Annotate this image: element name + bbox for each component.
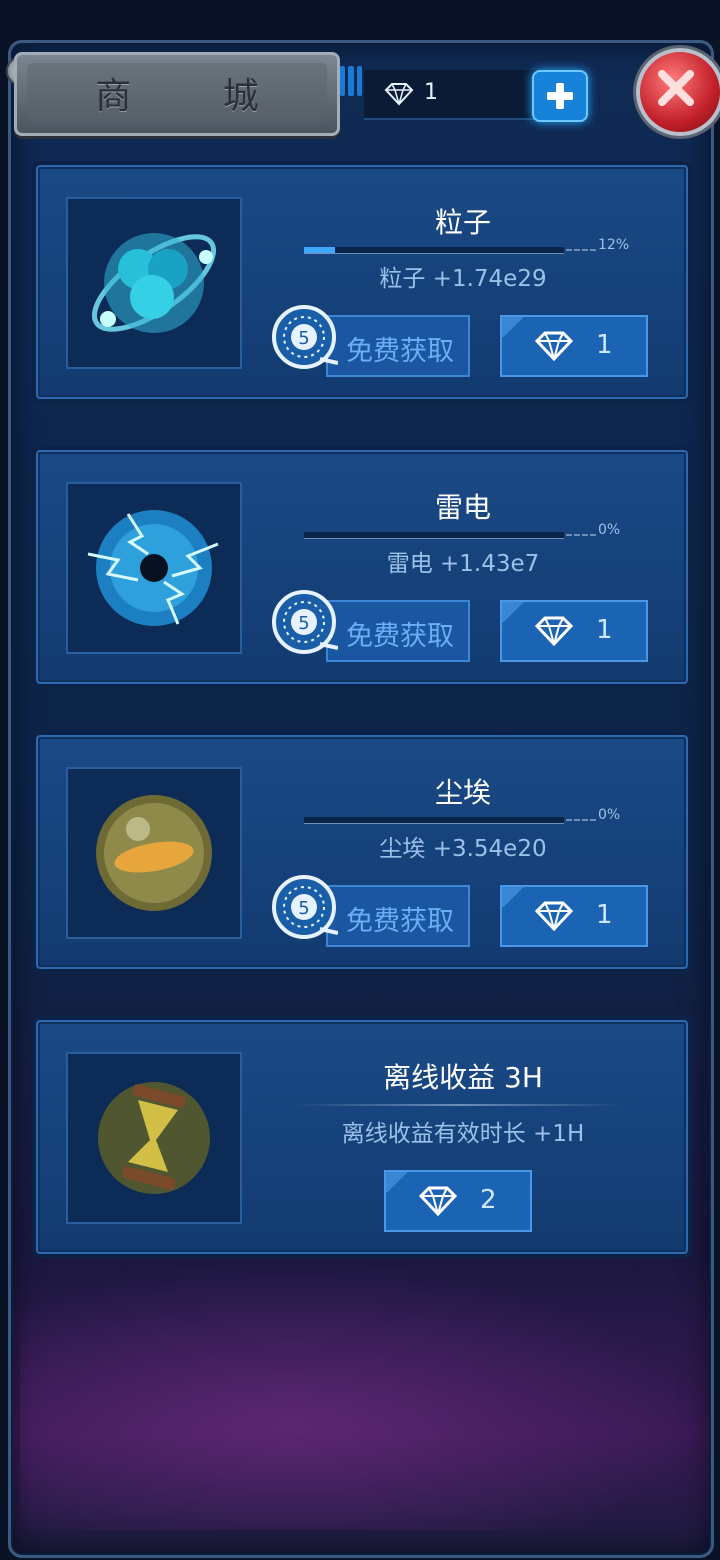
lightning-icon (66, 482, 242, 654)
progress-percent: 12% (598, 237, 630, 253)
progress-bar (304, 532, 564, 539)
free-get-button[interactable]: 免费获取 (326, 600, 470, 662)
progress-percent: 0% (598, 807, 621, 823)
free-label: 免费获取 (346, 906, 454, 937)
item-name: 雷电 (434, 491, 491, 524)
price: 1 (596, 900, 613, 930)
buy-with-gems-button[interactable]: 1 (500, 315, 648, 377)
item-gain: 粒子 +1.74e29 (379, 266, 547, 292)
diamond-icon (534, 616, 574, 646)
nebula-background (20, 1260, 700, 1530)
price: 1 (596, 330, 613, 360)
item-name: 粒子 (434, 206, 491, 239)
progress-bar (304, 817, 564, 824)
progress-bar (304, 247, 564, 254)
buy-with-gems-button[interactable]: 1 (500, 885, 648, 947)
diamond-icon (534, 331, 574, 361)
shop-item-lightning: 雷电 0% 雷电 +1.43e7 免费获取 5 1 (36, 450, 688, 684)
item-desc: 离线收益有效时长 +1H (341, 1121, 585, 1147)
grip-decoration (340, 66, 362, 96)
diamond-icon (534, 901, 574, 931)
progress-percent: 0% (598, 522, 621, 538)
free-get-button[interactable]: 免费获取 (326, 315, 470, 377)
buy-offline-button[interactable]: 2 (384, 1170, 532, 1232)
particle-icon (66, 197, 242, 369)
page-title: 商 城 (95, 76, 299, 117)
film-reel-icon: 5 (272, 875, 338, 939)
close-icon (658, 70, 694, 106)
item-name: 尘埃 (434, 776, 491, 809)
free-label: 免费获取 (346, 336, 454, 367)
shop-item-dust: 尘埃 0% 尘埃 +3.54e20 免费获取 5 1 (36, 735, 688, 969)
add-gems-button[interactable] (532, 70, 588, 122)
close-button[interactable] (636, 48, 720, 136)
film-reel-icon: 5 (272, 590, 338, 654)
film-reel-icon: 5 (272, 305, 338, 369)
price: 1 (596, 615, 613, 645)
free-count: 5 (298, 613, 309, 634)
title-plate: 商 城 (14, 52, 340, 136)
diamond-icon (418, 1186, 458, 1216)
free-count: 5 (298, 898, 309, 919)
gem-count: 1 (424, 80, 438, 105)
item-name: 离线收益 3H (383, 1061, 543, 1094)
shop-item-offline: 离线收益 3H 离线收益有效时长 +1H 2 (36, 1020, 688, 1254)
diamond-icon (384, 83, 414, 106)
price: 2 (480, 1185, 497, 1215)
free-get-button[interactable]: 免费获取 (326, 885, 470, 947)
dust-icon (66, 767, 242, 939)
buy-with-gems-button[interactable]: 1 (500, 600, 648, 662)
hourglass-icon (66, 1052, 242, 1224)
free-label: 免费获取 (346, 621, 454, 652)
plus-icon (547, 83, 573, 109)
item-gain: 雷电 +1.43e7 (386, 551, 540, 577)
shop-item-particle: 粒子 12% 粒子 +1.74e29 免费获取 5 1 (36, 165, 688, 399)
item-gain: 尘埃 +3.54e20 (379, 836, 547, 862)
divider (294, 1104, 624, 1106)
free-count: 5 (298, 328, 309, 349)
